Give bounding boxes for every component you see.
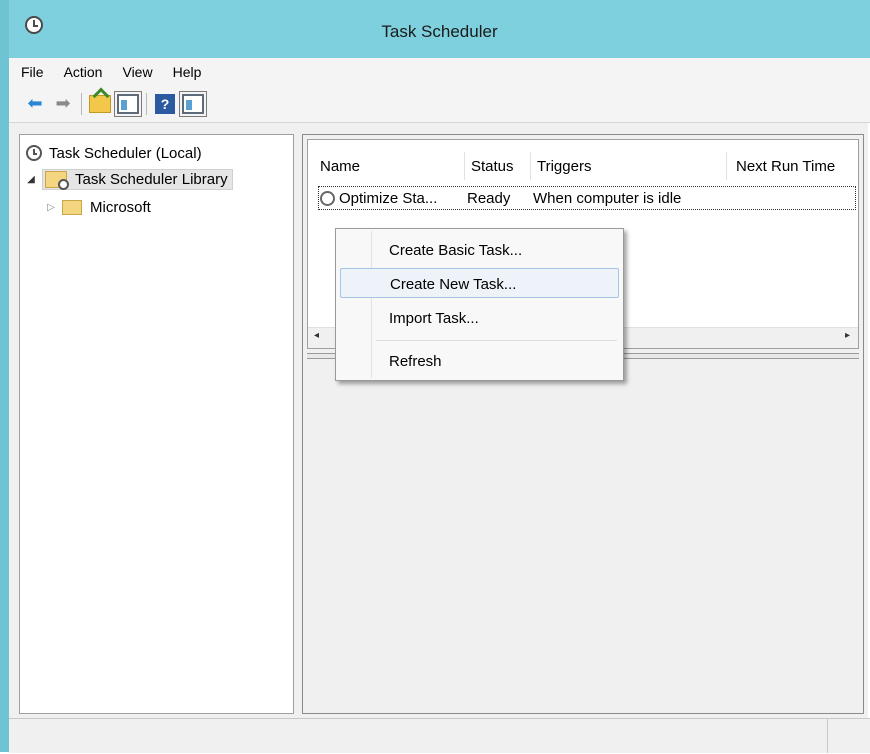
tree-item-local[interactable]: Task Scheduler (Local) [26, 141, 202, 165]
console-tree[interactable]: Task Scheduler (Local) ◢ Task Scheduler … [19, 134, 294, 714]
up-folder-button[interactable] [88, 92, 112, 116]
show-hide-console-tree-icon [114, 90, 142, 117]
column-header-next-run-time[interactable]: Next Run Time [736, 158, 835, 175]
menu-item-create-new-task[interactable]: Create New Task... [340, 268, 619, 298]
list-header: Name Status Triggers Next Run Time [308, 152, 858, 180]
menu-bar: File Action View Help [9, 58, 870, 85]
menu-item-import-task[interactable]: Import Task... [340, 303, 619, 333]
task-clock-icon [320, 191, 335, 206]
table-row[interactable]: Optimize Sta... Ready When computer is i… [318, 186, 856, 210]
menu-view[interactable]: View [114, 64, 160, 80]
menu-separator [376, 340, 617, 341]
scheduler-folder-icon [45, 170, 69, 190]
show-hide-action-pane-button[interactable] [179, 90, 207, 117]
expanded-arrow-icon[interactable]: ◢ [26, 174, 36, 185]
menu-file[interactable]: File [13, 64, 52, 80]
status-divider [827, 719, 828, 753]
show-hide-action-pane-icon [179, 90, 207, 117]
task-triggers-cell: When computer is idle [533, 190, 682, 207]
column-header-name[interactable]: Name [320, 158, 360, 175]
task-status-cell: Ready [467, 190, 511, 207]
selected-tree-node[interactable]: Task Scheduler Library [42, 168, 233, 190]
column-divider[interactable] [464, 152, 465, 180]
tree-item-microsoft[interactable]: ▷ Microsoft [46, 195, 151, 219]
up-folder-icon [89, 94, 111, 113]
toolbar-separator [81, 92, 82, 115]
task-name-cell: Optimize Sta... [339, 190, 438, 207]
folder-icon [62, 199, 82, 215]
scroll-left-arrow-icon[interactable]: ◂ [314, 330, 319, 341]
tree-item-label: Task Scheduler (Local) [49, 144, 202, 162]
scroll-right-arrow-icon[interactable]: ▸ [845, 330, 850, 341]
toolbar-separator [146, 92, 147, 115]
back-arrow-icon[interactable]: ⬅ [23, 92, 47, 116]
show-hide-console-tree-button[interactable] [114, 90, 142, 117]
menu-help[interactable]: Help [165, 64, 210, 80]
toolbar: ⬅ ➡ ? [9, 85, 870, 123]
tree-item-library[interactable]: ◢ Task Scheduler Library [26, 167, 233, 191]
details-pane: Name Status Triggers Next Run Time Optim… [302, 134, 864, 714]
menu-item-refresh[interactable]: Refresh [340, 346, 619, 376]
column-header-status[interactable]: Status [471, 158, 514, 175]
menu-action[interactable]: Action [56, 64, 111, 80]
tree-item-label: Task Scheduler Library [75, 170, 228, 188]
column-divider[interactable] [530, 152, 531, 180]
menu-item-create-basic-task[interactable]: Create Basic Task... [340, 235, 619, 265]
tree-item-label: Microsoft [90, 198, 151, 216]
collapsed-arrow-icon[interactable]: ▷ [46, 202, 56, 213]
help-icon: ? [155, 93, 175, 114]
status-bar [9, 718, 870, 753]
column-divider[interactable] [726, 152, 727, 180]
help-button[interactable]: ? [153, 92, 177, 116]
window-title: Task Scheduler [381, 22, 498, 41]
context-menu: Create Basic Task... Create New Task... … [335, 228, 624, 381]
title-bar[interactable]: Task Scheduler [9, 0, 870, 58]
forward-arrow-icon[interactable]: ➡ [51, 92, 75, 116]
clock-icon [26, 145, 42, 161]
column-header-triggers[interactable]: Triggers [537, 158, 591, 175]
